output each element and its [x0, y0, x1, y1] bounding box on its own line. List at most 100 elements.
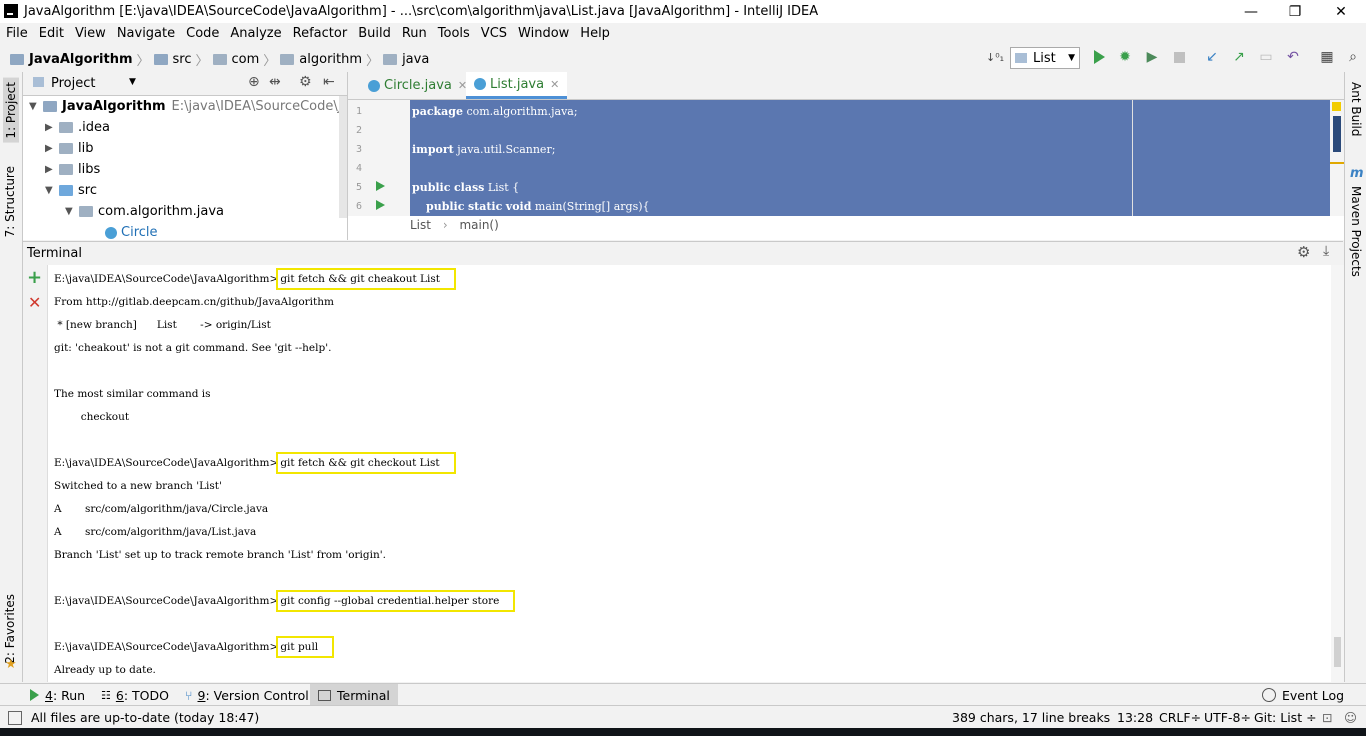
- menu-edit[interactable]: Edit: [33, 26, 69, 41]
- gear-icon[interactable]: ⚙: [299, 74, 312, 90]
- tree-item-libs[interactable]: ▶ libs: [45, 159, 100, 180]
- gear-icon[interactable]: ⚙: [1297, 243, 1310, 261]
- coverage-icon[interactable]: ▶: [1143, 48, 1161, 66]
- tab-version-control[interactable]: ⑂ 9: Version Control: [185, 684, 309, 706]
- collapsed-arrow-icon[interactable]: ▶: [45, 164, 59, 175]
- editor-scrollbar[interactable]: [1330, 100, 1344, 216]
- vcs-compare-icon[interactable]: ▭: [1257, 48, 1275, 66]
- scroll-thumb[interactable]: [1334, 637, 1341, 667]
- menu-help[interactable]: Help: [574, 26, 615, 41]
- menu-vcs[interactable]: VCS: [475, 26, 512, 41]
- status-git-branch[interactable]: Git: List ÷: [1254, 710, 1317, 725]
- event-log-button[interactable]: Event Log: [1262, 684, 1344, 706]
- terminal-actions: + ✕: [23, 265, 48, 682]
- menu-window[interactable]: Window: [512, 26, 574, 41]
- menu-refactor[interactable]: Refactor: [287, 26, 353, 41]
- menu-build[interactable]: Build: [352, 26, 396, 41]
- expand-arrow-icon[interactable]: ▼: [45, 185, 59, 196]
- run-config-select[interactable]: List ▼: [1010, 47, 1080, 69]
- code-crumb-class[interactable]: List: [410, 218, 431, 232]
- tree-item-lib[interactable]: ▶ lib: [45, 138, 93, 159]
- vcs-commit-icon[interactable]: ↗: [1230, 48, 1248, 66]
- terminal-prompt: E:\java\IDEA\SourceCode\JavaAlgorithm>: [54, 457, 279, 469]
- breadcrumb-com[interactable]: com: [232, 52, 260, 67]
- stop-icon[interactable]: [1170, 48, 1188, 66]
- scroll-from-source-icon[interactable]: ⊕: [248, 74, 260, 90]
- code-area[interactable]: package com.algorithm.java; import java.…: [410, 100, 1330, 216]
- tree-item-circle[interactable]: Circle: [105, 222, 158, 240]
- debug-icon[interactable]: ✹: [1116, 48, 1134, 66]
- code-breadcrumb: List › main(): [410, 218, 499, 232]
- minimize-button[interactable]: —: [1228, 0, 1274, 23]
- run-class-icon[interactable]: [376, 181, 385, 191]
- terminal-header: Terminal ⚙ ⤓: [23, 241, 1343, 266]
- close-session-icon[interactable]: ✕: [28, 293, 41, 312]
- status-encoding[interactable]: UTF-8÷: [1204, 710, 1251, 725]
- class-icon: [368, 79, 380, 92]
- tab-structure-tool[interactable]: 7: Structure: [3, 166, 17, 237]
- tab-run[interactable]: 4: Run: [30, 684, 85, 706]
- status-caret-position[interactable]: 13:28: [1117, 710, 1153, 725]
- menu-code[interactable]: Code: [180, 26, 224, 41]
- menu-analyze[interactable]: Analyze: [224, 26, 286, 41]
- lock-icon[interactable]: ⊡: [1322, 710, 1332, 725]
- tree-item-package[interactable]: ▼ com.algorithm.java: [65, 201, 224, 222]
- tab-todo[interactable]: ☷ 6: TODO: [101, 684, 169, 706]
- toggle-tool-windows-icon[interactable]: [8, 711, 22, 725]
- tree-item-src[interactable]: ▼ src: [45, 180, 97, 201]
- tab-list-java[interactable]: List.java ✕: [466, 72, 568, 99]
- tab-terminal[interactable]: Terminal: [310, 684, 398, 706]
- expand-arrow-icon[interactable]: ▼: [29, 101, 43, 112]
- breadcrumb-src[interactable]: src: [173, 52, 192, 67]
- new-session-icon[interactable]: +: [27, 267, 42, 288]
- close-tab-icon[interactable]: ✕: [550, 78, 559, 91]
- revert-icon[interactable]: ↶: [1284, 48, 1302, 66]
- menu-navigate[interactable]: Navigate: [111, 26, 180, 41]
- hide-panel-icon[interactable]: ⇤: [323, 74, 335, 90]
- inspector-icon[interactable]: ☺: [1344, 710, 1357, 725]
- breadcrumb-java[interactable]: java: [402, 52, 429, 67]
- tree-item-path: E:\java\IDEA\SourceCode\JavaAl: [171, 99, 348, 114]
- tree-item-project-root[interactable]: ▼ JavaAlgorithm E:\java\IDEA\SourceCode\…: [29, 96, 348, 117]
- tab-circle-java[interactable]: Circle.java ✕: [360, 72, 475, 99]
- breadcrumb-algorithm[interactable]: algorithm: [299, 52, 362, 67]
- tab-favorites-tool[interactable]: 2: Favorites: [3, 594, 17, 664]
- line-number: 2: [356, 125, 363, 136]
- menu-view[interactable]: View: [69, 26, 111, 41]
- collapse-all-icon[interactable]: ⇹: [269, 74, 281, 90]
- chevron-down-icon[interactable]: ▼: [129, 77, 136, 87]
- terminal-output-line: From http://gitlab.deepcam.cn/github/Jav…: [54, 296, 334, 308]
- breadcrumb-project[interactable]: JavaAlgorithm: [29, 52, 133, 67]
- menu-tools[interactable]: Tools: [432, 26, 475, 41]
- run-main-icon[interactable]: [376, 200, 385, 210]
- terminal-scrollbar[interactable]: [1331, 265, 1344, 682]
- maximize-button[interactable]: ❐: [1272, 0, 1318, 23]
- terminal-command-line: E:\java\IDEA\SourceCode\JavaAlgorithm> gi…: [54, 452, 456, 474]
- run-icon[interactable]: [1090, 48, 1108, 66]
- tab-project-tool[interactable]: 1: Project: [3, 78, 19, 143]
- terminal-output[interactable]: E:\java\IDEA\SourceCode\JavaAlgorithm> gi…: [48, 265, 1331, 682]
- tree-item-idea[interactable]: ▶ .idea: [45, 117, 110, 138]
- scroll-thumb[interactable]: [1333, 116, 1341, 152]
- code-line: public class List {: [412, 181, 520, 194]
- build-icon[interactable]: ↓⁰₁: [986, 48, 1004, 66]
- vcs-update-icon[interactable]: ↙: [1203, 48, 1221, 66]
- project-view-label[interactable]: Project: [51, 76, 95, 91]
- menu-file[interactable]: File: [0, 26, 33, 41]
- inspection-status-icon[interactable]: [1332, 102, 1341, 111]
- collapsed-arrow-icon[interactable]: ▶: [45, 122, 59, 133]
- expand-arrow-icon[interactable]: ▼: [65, 206, 79, 217]
- project-structure-icon[interactable]: ▦: [1318, 48, 1336, 66]
- warning-marker[interactable]: [1330, 162, 1344, 164]
- tab-ant-build[interactable]: Ant Build: [1349, 82, 1363, 136]
- close-button[interactable]: ✕: [1318, 0, 1364, 23]
- minimize-panel-icon[interactable]: ⤓: [1323, 243, 1329, 259]
- status-line-separator[interactable]: CRLF÷: [1159, 710, 1201, 725]
- project-scrollbar[interactable]: [339, 96, 347, 218]
- terminal-command-line: E:\java\IDEA\SourceCode\JavaAlgorithm> gi…: [54, 268, 456, 290]
- code-crumb-method[interactable]: main(): [459, 218, 498, 232]
- collapsed-arrow-icon[interactable]: ▶: [45, 143, 59, 154]
- search-icon[interactable]: ⌕: [1344, 48, 1362, 66]
- tab-maven-projects[interactable]: Maven Projects: [1349, 186, 1363, 277]
- menu-run[interactable]: Run: [396, 26, 432, 41]
